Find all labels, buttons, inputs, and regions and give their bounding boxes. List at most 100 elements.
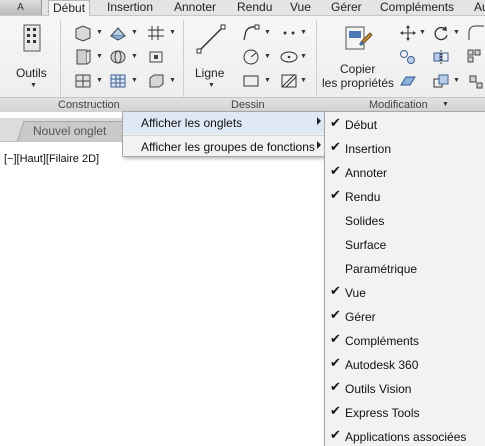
tab-rendu[interactable]: Rendu xyxy=(233,0,276,16)
submenu-item-label: Express Tools xyxy=(345,406,420,420)
submenu-item[interactable]: ✔ Express Tools xyxy=(325,401,485,425)
mirror-icon[interactable] xyxy=(431,48,451,66)
submenu-item-label: Début xyxy=(345,118,378,132)
checkmark-icon: ✔ xyxy=(330,308,341,323)
polyline-icon[interactable] xyxy=(241,24,261,42)
checkmark-icon: ✔ xyxy=(330,284,341,299)
submenu-item[interactable]: ✔ Début xyxy=(325,113,485,137)
scale-icon[interactable] xyxy=(431,72,451,90)
move-dropdown-arrow[interactable]: ▼ xyxy=(419,29,426,36)
tab-vue[interactable]: Vue xyxy=(286,0,315,16)
rectangle-icon[interactable] xyxy=(241,72,261,90)
revolve-dropdown-arrow[interactable]: ▼ xyxy=(131,53,138,60)
checkmark-icon: ✔ xyxy=(330,140,341,155)
submenu-item[interactable]: Surface xyxy=(325,233,485,257)
submenu-arrow-icon xyxy=(317,117,321,125)
panel-title-dessin[interactable]: Dessin xyxy=(231,99,265,111)
submenu-item[interactable]: Solides xyxy=(325,209,485,233)
stretch-icon[interactable] xyxy=(398,72,418,90)
submenu-item-label: Vue xyxy=(345,286,366,300)
ribbon-context-menu: Afficher les onglets Afficher les groupe… xyxy=(122,111,326,157)
menu-item-afficher-groupes[interactable]: Afficher les groupes de fonctions xyxy=(123,136,325,158)
ellipse-dropdown-arrow[interactable]: ▼ xyxy=(300,53,307,60)
submenu-item[interactable]: ✔ Applications associées xyxy=(325,425,485,446)
panel-title-construction[interactable]: Construction xyxy=(58,99,120,111)
submenu-item[interactable]: Paramétrique xyxy=(325,257,485,281)
modification-expand-arrow[interactable]: ▼ xyxy=(442,101,449,108)
hatch-dropdown-arrow[interactable]: ▼ xyxy=(169,29,176,36)
panel-title-bar: Construction Dessin Modification ▼ xyxy=(0,97,485,112)
submenu-item-label: Insertion xyxy=(345,142,392,156)
tab-autodesk[interactable]: Au xyxy=(470,0,485,16)
ribbon-tab-bar: A Début Insertion Annoter Rendu Vue Gére… xyxy=(0,0,485,17)
viewport-controls[interactable]: [−][Haut][Filaire 2D] xyxy=(4,153,99,165)
rotate-icon[interactable] xyxy=(431,24,451,42)
circle-icon[interactable] xyxy=(241,48,261,66)
file-tab-nouvel-onglet[interactable]: Nouvel onglet xyxy=(33,124,106,138)
submenu-item[interactable]: ✔ Compléments xyxy=(325,329,485,353)
extrude-icon[interactable] xyxy=(73,48,93,66)
circle-dropdown-arrow[interactable]: ▼ xyxy=(264,53,271,60)
shell-dropdown-arrow[interactable]: ▼ xyxy=(131,29,138,36)
hatch-icon[interactable] xyxy=(146,24,166,42)
mesh-dropdown-arrow[interactable]: ▼ xyxy=(96,77,103,84)
copier-label-line1: Copier xyxy=(340,62,376,76)
extrude-dropdown-arrow[interactable]: ▼ xyxy=(96,53,103,60)
mesh-icon[interactable] xyxy=(73,72,93,90)
tab-debut[interactable]: Début xyxy=(48,0,91,17)
section-icon[interactable] xyxy=(146,48,166,66)
point-icon[interactable] xyxy=(279,24,299,42)
explode-icon[interactable] xyxy=(466,72,485,90)
checkmark-icon: ✔ xyxy=(330,356,341,371)
shell-icon[interactable] xyxy=(108,24,128,42)
box-dropdown-arrow[interactable]: ▼ xyxy=(96,29,103,36)
point-dropdown-arrow[interactable]: ▼ xyxy=(300,29,307,36)
submenu-item-label: Compléments xyxy=(345,334,420,348)
fillet-icon[interactable] xyxy=(466,24,485,42)
copier-label-line2: les propriétés xyxy=(322,76,395,90)
copy-icon[interactable] xyxy=(398,48,418,66)
scale-dropdown-arrow[interactable]: ▼ xyxy=(453,77,460,84)
solid-edit-dropdown-arrow[interactable]: ▼ xyxy=(169,77,176,84)
submenu-item[interactable]: ✔ Gérer xyxy=(325,305,485,329)
array-icon[interactable] xyxy=(466,48,485,66)
submenu-item-label: Autodesk 360 xyxy=(345,358,419,372)
ligne-dropdown-arrow: ▼ xyxy=(208,82,215,89)
menu-item-afficher-onglets[interactable]: Afficher les onglets xyxy=(123,112,325,134)
submenu-item[interactable]: ✔ Rendu xyxy=(325,185,485,209)
submenu-item[interactable]: ✔ Annoter xyxy=(325,161,485,185)
submenu-arrow-icon xyxy=(317,141,321,149)
revolve-icon[interactable] xyxy=(108,48,128,66)
box-icon[interactable] xyxy=(73,24,93,42)
match-properties-icon xyxy=(345,26,373,50)
tab-gerer[interactable]: Gérer xyxy=(327,0,366,16)
application-menu-button[interactable]: A xyxy=(0,0,42,15)
rectangle-dropdown-arrow[interactable]: ▼ xyxy=(264,77,271,84)
checkmark-icon: ✔ xyxy=(330,164,341,179)
tab-annoter[interactable]: Annoter xyxy=(170,0,220,16)
copier-proprietes-button[interactable]: Copier les propriétés xyxy=(320,22,394,92)
submenu-item[interactable]: ✔ Vue xyxy=(325,281,485,305)
outils-button[interactable]: Outils ▼ xyxy=(12,22,52,92)
submenu-item-label: Outils Vision xyxy=(345,382,412,396)
line-icon xyxy=(196,24,226,54)
solid-edit-icon[interactable] xyxy=(146,72,166,90)
tab-complements[interactable]: Compléments xyxy=(376,0,458,16)
rotate-dropdown-arrow[interactable]: ▼ xyxy=(453,29,460,36)
grid-mesh-dropdown-arrow[interactable]: ▼ xyxy=(131,77,138,84)
polyline-dropdown-arrow[interactable]: ▼ xyxy=(264,29,271,36)
ellipse-icon[interactable] xyxy=(279,48,299,66)
checkmark-icon: ✔ xyxy=(330,404,341,419)
panel-title-modification[interactable]: Modification xyxy=(369,99,428,111)
ligne-button[interactable]: Ligne ▼ xyxy=(190,22,232,92)
submenu-item[interactable]: ✔ Autodesk 360 xyxy=(325,353,485,377)
move-icon[interactable] xyxy=(398,24,418,42)
tab-insertion[interactable]: Insertion xyxy=(103,0,157,16)
submenu-item[interactable]: ✔ Insertion xyxy=(325,137,485,161)
ligne-label: Ligne xyxy=(195,66,225,80)
submenu-item[interactable]: ✔ Outils Vision xyxy=(325,377,485,401)
grid-mesh-icon[interactable] xyxy=(108,72,128,90)
submenu-item-label: Paramétrique xyxy=(345,262,418,276)
hatch-pattern-icon[interactable] xyxy=(279,72,299,90)
hatch-pattern-dropdown-arrow[interactable]: ▼ xyxy=(300,77,307,84)
